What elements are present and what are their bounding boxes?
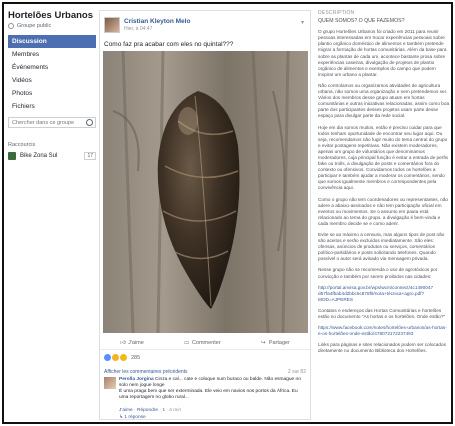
group-privacy-label: Groupe public — [17, 23, 52, 29]
post-text: Como faz pra acabar com eles no quintal?… — [104, 41, 234, 48]
view-previous-comments-link[interactable]: Afficher les commentaires précédents — [104, 369, 188, 375]
comment-text-2: É uma praga bem que ser exterminada. Ele… — [119, 389, 298, 400]
haha-reaction-icon — [112, 354, 119, 361]
description-paragraph: Não controlamos ou organizamos atividade… — [318, 82, 450, 119]
globe-icon — [8, 23, 14, 29]
share-icon: ↪ — [260, 339, 266, 346]
comment-label: Commenter — [191, 339, 221, 346]
post-card: Cristian Kleyton Melo Hier, à 04:47 ▾ Co… — [99, 10, 311, 420]
description-paragraph: Como o grupo não tem coordenadores ou re… — [318, 196, 449, 226]
comment-time: 6 min — [169, 408, 181, 413]
group-search — [8, 117, 96, 128]
like-reaction-icon — [104, 354, 111, 361]
nav-files[interactable]: Fichiers — [8, 100, 96, 113]
wow-reaction-icon — [120, 354, 127, 361]
reactions-summary[interactable]: 285 — [104, 354, 140, 361]
comment-button[interactable]: ▭ Commenter — [184, 336, 221, 349]
share-label: Partager — [268, 339, 290, 346]
author-avatar[interactable] — [104, 17, 120, 33]
comment-reply-link[interactable]: Répondre — [137, 408, 158, 413]
share-button[interactable]: ↪ Partager — [261, 336, 290, 349]
post-timestamp[interactable]: Hier, à 04:47 — [124, 26, 152, 32]
commenter-name[interactable]: Perolla Jorgina — [119, 377, 154, 382]
shortcut-thumbnail — [8, 152, 16, 160]
snail-on-tree-image — [103, 51, 308, 333]
shortcut-item[interactable]: Bike Zona Sul 17 — [8, 152, 96, 160]
post-photo[interactable] — [103, 51, 308, 333]
anvisa-link[interactable]: http://portal.anvisa.gov.br/wps/wcm/conn… — [318, 285, 450, 303]
shortcut-label: Bike Zona Sul — [20, 153, 58, 159]
description-paragraph: Nesse grupo não se recomenda o uso de ag… — [318, 267, 438, 279]
comment-like-count: 1 — [162, 408, 165, 413]
post-author[interactable]: Cristian Kleyton Melo — [124, 18, 190, 25]
shortcut-count-badge: 17 — [84, 152, 96, 160]
thumbs-up-icon: 👍︎ — [120, 339, 126, 346]
commenter-avatar[interactable] — [104, 377, 116, 389]
group-title[interactable]: Hortelões Urbanos — [8, 10, 96, 21]
description-paragraph: O grupo Hortelões Urbanos foi criado em … — [318, 29, 447, 77]
like-label: J'aime — [128, 339, 144, 346]
description-question: QUEM SOMOS? O QUE FAZEMOS? — [318, 18, 405, 25]
description-paragraph: Links para páginas e sites relacionados … — [318, 342, 446, 354]
nav-photos[interactable]: Photos — [8, 87, 96, 100]
left-sidebar: Hortelões Urbanos Groupe public Discussi… — [8, 10, 96, 420]
hortas-notes-link[interactable]: https://www.facebook.com/notes/hortelões… — [318, 325, 450, 337]
reaction-count: 285 — [131, 354, 141, 361]
nav-members[interactable]: Membres — [8, 48, 96, 61]
shortcuts-label: Raccourcis — [8, 142, 36, 148]
post-header: Cristian Kleyton Melo Hier, à 04:47 ▾ — [104, 17, 304, 35]
group-privacy: Groupe public — [8, 23, 96, 29]
comment-item: Perolla Jorgina Cinza e cal... cate e co… — [104, 377, 304, 420]
description-paragraph: Hoje em dia somos muitos, então é precis… — [318, 124, 449, 191]
group-description: DESCRIPTION QUEM SOMOS? O QUE FAZEMOS? O… — [318, 10, 450, 420]
replies-label: 1 réponse — [124, 415, 146, 420]
nav-videos[interactable]: Vidéos — [8, 74, 96, 87]
comment-body: Perolla Jorgina Cinza e cal... cate e co… — [119, 377, 304, 401]
comment-icon: ▭ — [183, 339, 190, 346]
comments-count: 2 sur 82 — [287, 369, 306, 375]
facebook-group-page: Hortelões Urbanos Groupe public Discussi… — [2, 2, 453, 424]
comment-meta: J'aime · Répondre · 1 · 6 min — [119, 408, 181, 413]
comment-like-link[interactable]: J'aime — [119, 408, 133, 413]
nav-discussion[interactable]: Discussion — [8, 35, 96, 48]
group-nav: Discussion Membres Événements Vidéos Pho… — [8, 35, 96, 113]
description-paragraph: Evite se ao máximo a censura, mas alguns… — [318, 232, 445, 262]
replies-link[interactable]: ↳ 1 réponse — [119, 415, 146, 420]
like-button[interactable]: 👍︎ J'aime — [120, 336, 144, 349]
description-paragraph: Contatos e endereços das Hortas Comunitá… — [318, 307, 446, 320]
post-actions: 👍︎ J'aime ▭ Commenter ↪ Partager — [100, 336, 310, 350]
description-heading: DESCRIPTION — [318, 10, 355, 16]
search-icon[interactable] — [86, 119, 93, 126]
group-search-input[interactable] — [12, 119, 86, 126]
chevron-down-icon[interactable]: ▾ — [301, 19, 304, 26]
nav-events[interactable]: Événements — [8, 61, 96, 74]
